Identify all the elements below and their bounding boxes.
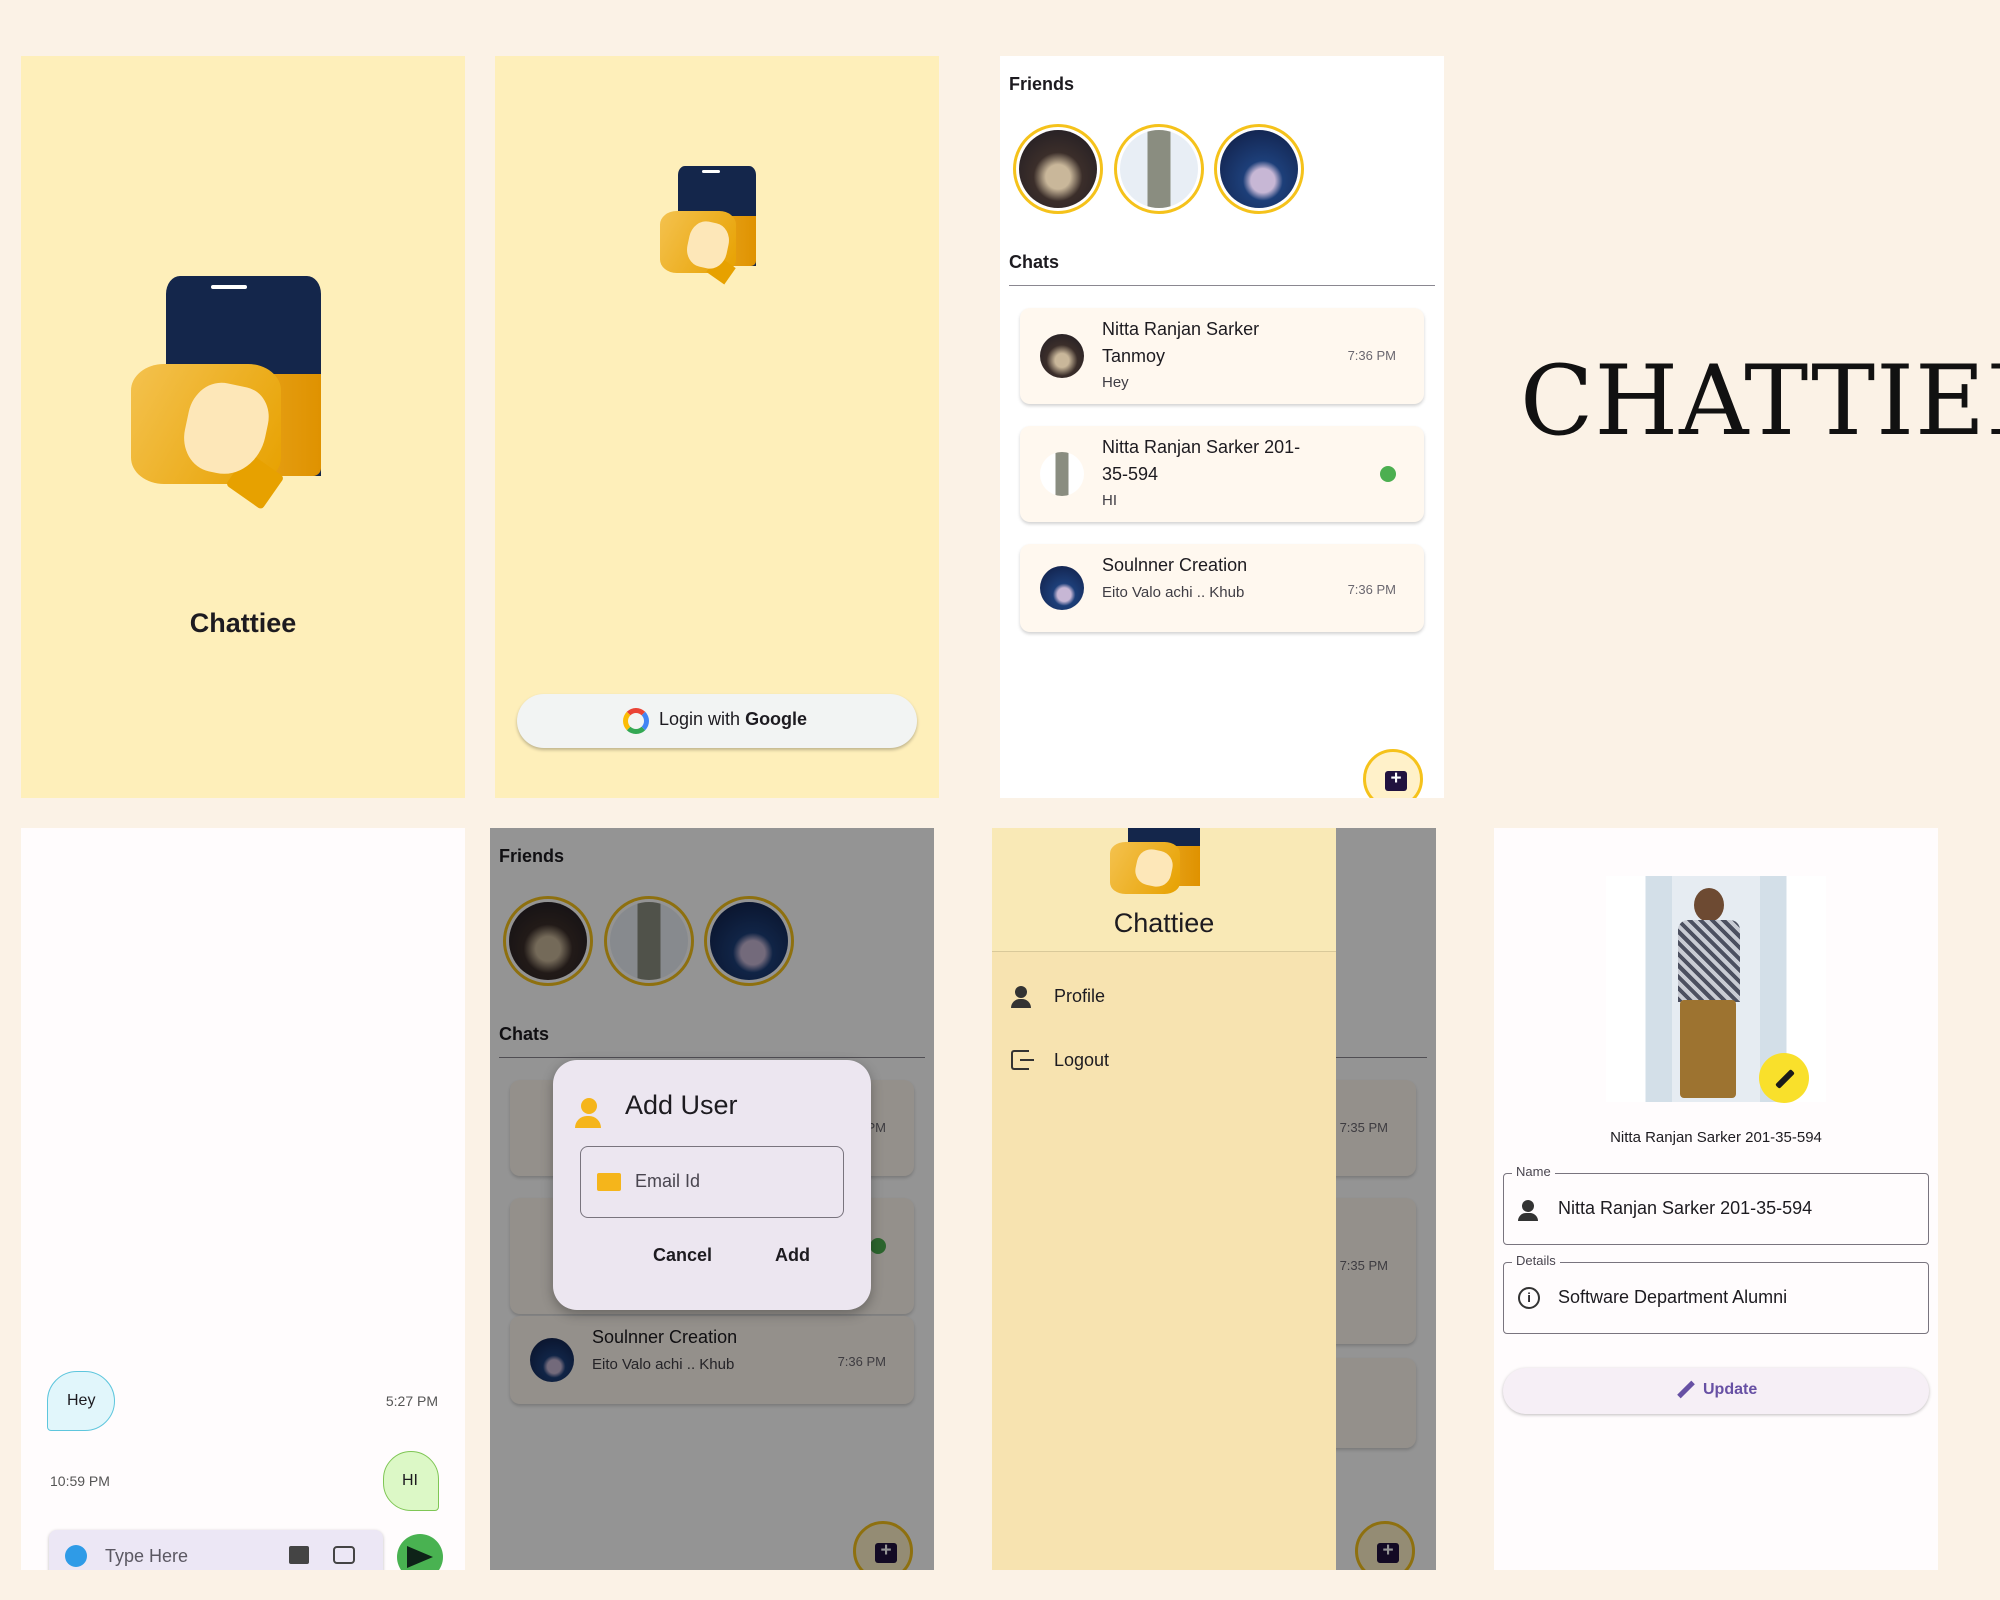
name-field[interactable]: Name Nitta Ranjan Sarker 201-35-594 — [1503, 1164, 1929, 1245]
details-field[interactable]: Details i Software Department Alumni — [1503, 1253, 1929, 1334]
message-input[interactable]: Type Here — [105, 1546, 188, 1567]
chat-time: 7:36 PM — [1347, 348, 1396, 363]
add-user-screen: Friends Chats 7:35 PM Soulnner Creation … — [490, 828, 934, 1570]
update-label: Update — [1703, 1381, 1758, 1398]
drawer-item-logout[interactable]: Logout — [992, 1040, 1336, 1088]
info-icon: i — [1518, 1287, 1540, 1309]
online-indicator — [1380, 466, 1396, 482]
message-time: 10:59 PM — [50, 1473, 110, 1489]
add-user-dialog: Add User Email Id Cancel Add — [553, 1060, 871, 1310]
drawer-header: Chattiee — [992, 828, 1336, 952]
message-text: HI — [402, 1472, 418, 1489]
drawer-item-label: Logout — [1054, 1050, 1110, 1070]
message-bubble-sent: HI — [383, 1451, 439, 1511]
chat-list-item[interactable]: Nitta Ranjan Sarker 201-35-594 HI — [1020, 426, 1424, 522]
add-button[interactable]: Add — [775, 1245, 810, 1266]
app-logo — [660, 166, 760, 285]
send-icon — [407, 1546, 433, 1568]
chat-time: 7:36 PM — [1347, 582, 1396, 597]
splash-app-name: Chattiee — [189, 608, 297, 638]
message-time: 5:27 PM — [385, 1393, 438, 1409]
new-chat-fab[interactable] — [1363, 749, 1423, 798]
send-button[interactable] — [397, 1534, 443, 1570]
chat-name: Nitta Ranjan Sarker 201-35-594 — [1102, 437, 1301, 484]
image-icon[interactable] — [289, 1546, 309, 1564]
login-screen: Login with Google — [495, 56, 939, 798]
person-icon — [1522, 1200, 1534, 1212]
drawer-item-label: Profile — [1054, 986, 1106, 1006]
chat-last-message: Eito Valo achi .. Khub — [1102, 584, 1245, 601]
dialog-title: Add User — [625, 1090, 738, 1120]
profile-screen: Nitta Ranjan Sarker 201-35-594 Name Nitt… — [1494, 828, 1938, 1570]
google-icon — [623, 708, 649, 734]
emoji-icon[interactable] — [65, 1545, 87, 1567]
person-add-icon — [581, 1098, 597, 1114]
avatar — [1040, 566, 1084, 610]
chat-list-item[interactable]: Soulnner Creation Eito Valo achi .. Khub… — [1020, 544, 1424, 632]
mail-icon — [597, 1173, 621, 1191]
drawer-app-name: Chattiee — [1113, 908, 1215, 938]
chat-last-message: Hey — [1102, 374, 1129, 391]
chat-list-item[interactable]: Nitta Ranjan Sarker Tanmoy Hey 7:36 PM — [1020, 308, 1424, 404]
add-comment-icon — [1385, 768, 1407, 791]
field-label: Name — [1512, 1164, 1555, 1179]
avatar — [1040, 452, 1084, 496]
app-logo — [131, 276, 321, 511]
friends-heading: Friends — [1009, 74, 1075, 94]
edit-icon — [1775, 1069, 1795, 1089]
person-icon — [1015, 986, 1027, 998]
email-field[interactable]: Email Id — [580, 1146, 844, 1218]
google-login-button[interactable]: Login with Google — [517, 694, 917, 748]
splash-screen: Chattiee — [21, 56, 465, 798]
field-label: Details — [1512, 1253, 1560, 1268]
edit-photo-button[interactable] — [1759, 1053, 1809, 1103]
avatar — [1040, 334, 1084, 378]
conversation-screen: Hey 5:27 PM 10:59 PM HI Type Here — [21, 828, 465, 1570]
details-value: Software Department Alumni — [1558, 1287, 1788, 1307]
app-logo — [1110, 828, 1202, 906]
brand-wordmark: CHATTIEE — [1520, 345, 2000, 457]
message-text: Hey — [67, 1392, 96, 1409]
edit-icon — [1677, 1380, 1695, 1399]
update-button[interactable]: Update — [1503, 1368, 1929, 1414]
divider — [1009, 285, 1435, 286]
friend-avatar[interactable] — [1013, 124, 1103, 214]
profile-display-name: Nitta Ranjan Sarker 201-35-594 — [1610, 1129, 1822, 1146]
cancel-button[interactable]: Cancel — [653, 1245, 712, 1266]
chat-name: Nitta Ranjan Sarker Tanmoy — [1102, 319, 1260, 366]
message-input-bar: Type Here — [49, 1530, 383, 1570]
navigation-drawer: Chattiee Profile Logout — [992, 828, 1336, 1570]
name-value: Nitta Ranjan Sarker 201-35-594 — [1558, 1198, 1813, 1218]
email-placeholder: Email Id — [635, 1171, 701, 1191]
login-button-brand: Google — [745, 709, 808, 729]
drawer-item-profile[interactable]: Profile — [992, 976, 1336, 1024]
message-bubble-received: Hey — [47, 1371, 115, 1431]
chat-last-message: HI — [1102, 492, 1117, 509]
friend-avatar[interactable] — [1114, 124, 1204, 214]
friend-avatar[interactable] — [1214, 124, 1304, 214]
chats-heading: Chats — [1009, 252, 1060, 272]
chat-name: Soulnner Creation — [1102, 555, 1248, 575]
camera-icon[interactable] — [333, 1546, 355, 1564]
drawer-screen: 7:35 PM 7:35 PM Chattiee Profile Logout — [992, 828, 1436, 1570]
login-button-prefix: Login with — [659, 709, 746, 729]
home-screen: Friends Chats Nitta Ranjan Sarker Tanmoy… — [1000, 56, 1444, 798]
